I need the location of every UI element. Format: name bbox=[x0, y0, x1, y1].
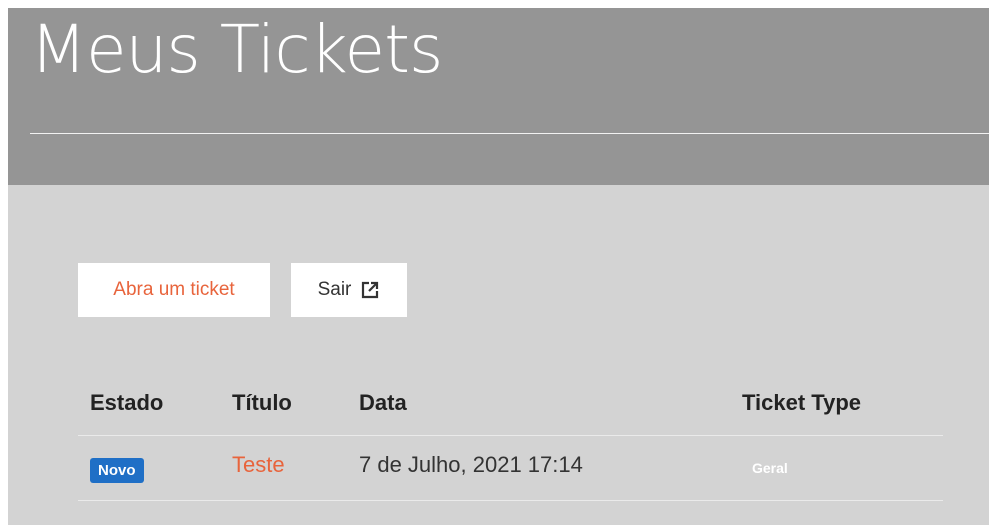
ticket-type-badge: Geral bbox=[752, 460, 788, 476]
open-ticket-label: Abra um ticket bbox=[113, 279, 235, 300]
exit-button[interactable]: Sair bbox=[291, 263, 407, 317]
external-link-icon bbox=[360, 280, 380, 300]
page-frame: Meus Tickets Abra um ticket Sair Estado … bbox=[8, 8, 989, 525]
page-header: Meus Tickets bbox=[8, 8, 989, 185]
ticket-title-link[interactable]: Teste bbox=[232, 452, 285, 478]
ticket-date: 7 de Julho, 2021 17:14 bbox=[359, 452, 583, 477]
column-header-title[interactable]: Título bbox=[232, 390, 292, 416]
header-divider bbox=[30, 133, 989, 134]
column-header-status[interactable]: Estado bbox=[90, 390, 163, 416]
column-header-type[interactable]: Ticket Type bbox=[742, 390, 861, 416]
exit-label: Sair bbox=[317, 279, 352, 300]
page-title: Meus Tickets bbox=[30, 11, 443, 88]
status-badge: Novo bbox=[90, 458, 144, 483]
table-header: Estado Título Data Ticket Type bbox=[78, 376, 943, 436]
column-header-date[interactable]: Data bbox=[359, 390, 407, 416]
open-ticket-button[interactable]: Abra um ticket bbox=[78, 263, 270, 317]
table-row[interactable]: Novo Teste 7 de Julho, 2021 17:14 Geral bbox=[78, 436, 943, 501]
tickets-table: Estado Título Data Ticket Type Novo Test… bbox=[78, 376, 943, 501]
